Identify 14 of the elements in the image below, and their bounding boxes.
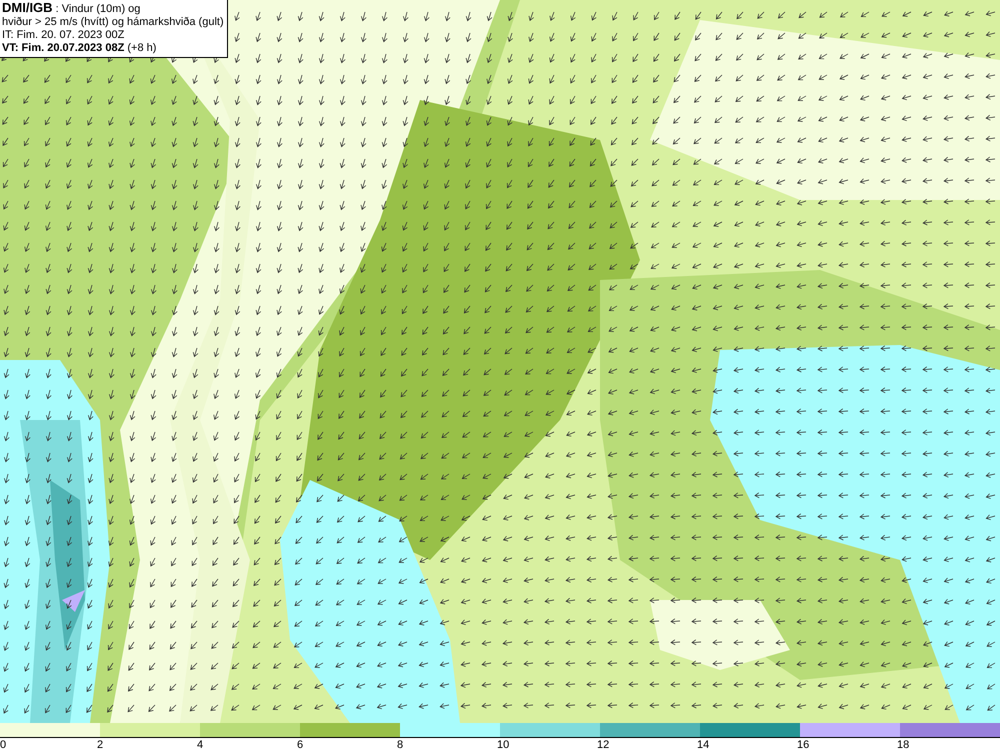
info-text: VT: Fim. 20.07.2023 08Z (+8 h) — [2, 42, 158, 55]
info-text: DMI/IGB : Vindur (10m) og — [2, 1, 142, 16]
legend-label: 10 — [497, 738, 510, 752]
legend-label: 18 — [897, 738, 910, 752]
legend-label: 0 — [0, 738, 6, 752]
info-text: IT: Fim. 20. 07. 2023 00Z — [2, 29, 126, 42]
legend-label: 12 — [597, 738, 610, 752]
legend-label: 6 — [297, 738, 304, 752]
legend-label: 14 — [697, 738, 710, 752]
legend-label: 16 — [797, 738, 810, 752]
legend-label: 4 — [197, 738, 204, 752]
legend-label: 8 — [397, 738, 404, 752]
info-text: hviður > 25 m/s (hvítt) og hámarkshviða (gult) — [2, 16, 224, 29]
legend-label: 2 — [97, 738, 104, 752]
